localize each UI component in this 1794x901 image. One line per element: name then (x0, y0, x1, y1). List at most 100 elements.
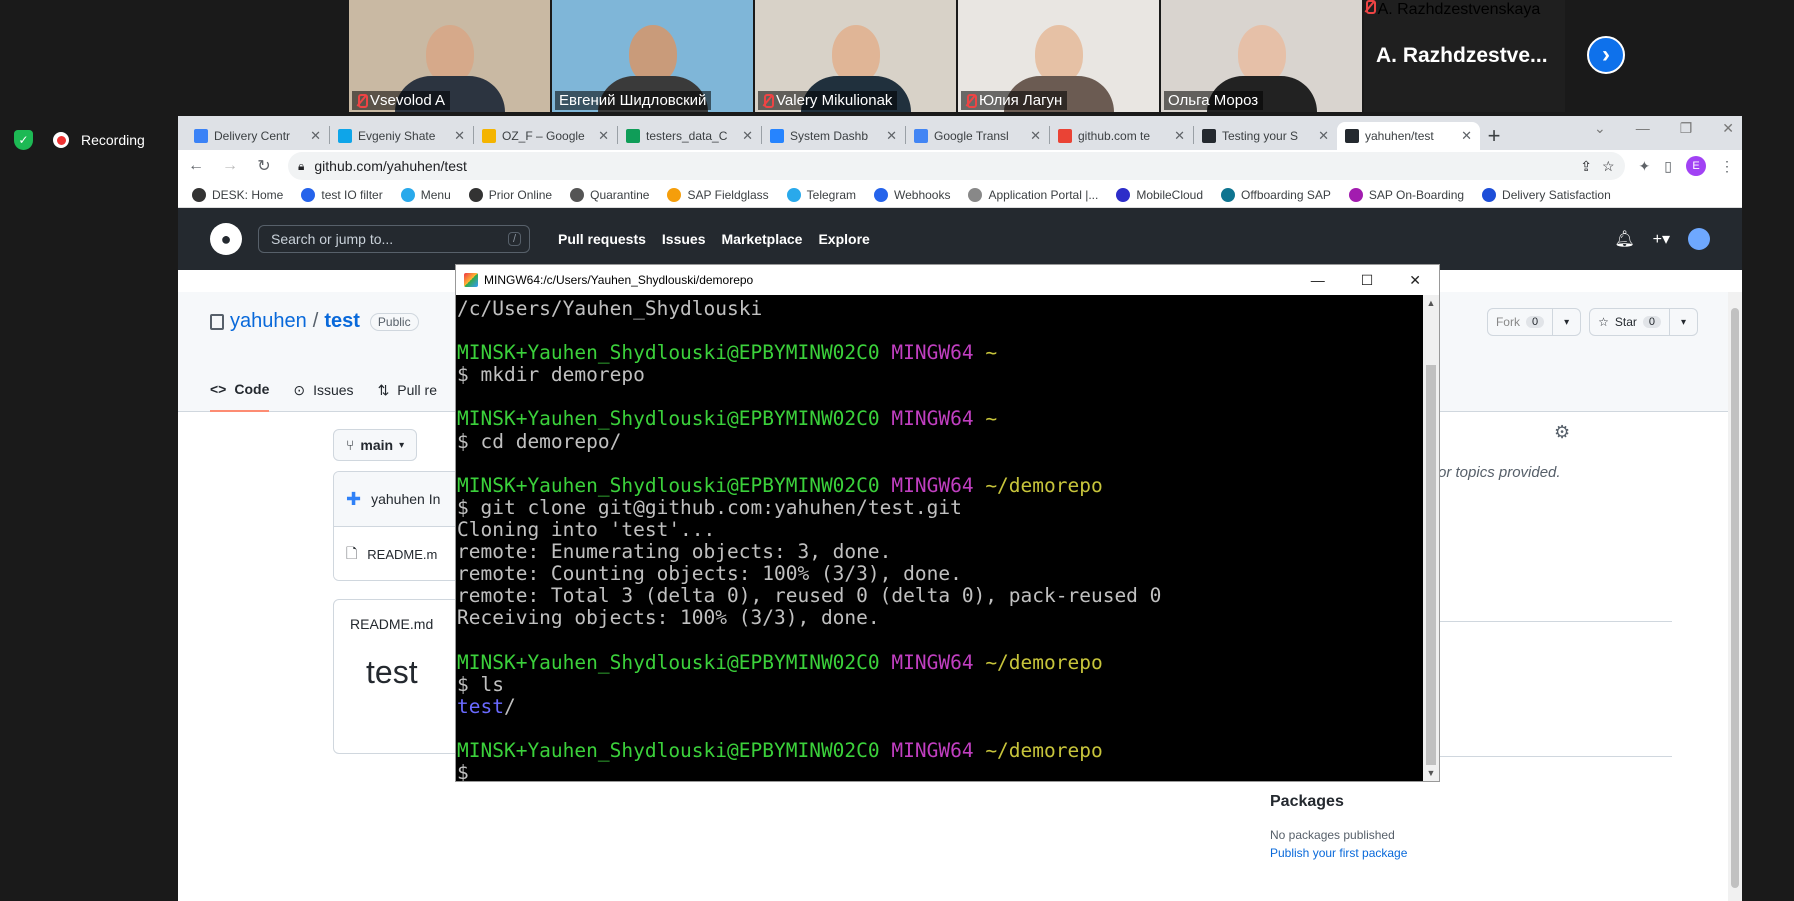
branch-select[interactable]: ⑂ main ▾ (333, 429, 418, 461)
profile-avatar[interactable]: E (1686, 156, 1706, 176)
divider (1438, 621, 1672, 622)
bookmark-item[interactable]: Webhooks (874, 187, 950, 202)
repo-name-link[interactable]: test (324, 310, 360, 333)
user-avatar[interactable] (1688, 228, 1710, 250)
terminal-line: $ (457, 760, 481, 781)
toolbar-right: ✦ ▯ E ⋮ (1639, 156, 1734, 176)
close-tab-icon[interactable]: ✕ (454, 128, 465, 144)
gear-icon[interactable]: ⚙ (1554, 422, 1570, 443)
bookmark-item[interactable]: Quarantine (570, 187, 649, 202)
bookmark-item[interactable]: test IO filter (301, 187, 383, 202)
window-controls: ⌄ — ❐ ✕ (1594, 120, 1734, 137)
bookmark-item[interactable]: DESK: Home (192, 187, 283, 202)
minimize-icon[interactable]: — (1311, 272, 1325, 289)
close-tab-icon[interactable]: ✕ (886, 128, 897, 144)
record-icon[interactable] (53, 132, 69, 148)
scroll-up-icon[interactable]: ▲ (1423, 298, 1439, 308)
tab-issues[interactable]: ⊙ Issues (293, 368, 353, 412)
repo-tabs: <> Code ⊙ Issues ⇅ Pull re (210, 368, 437, 412)
menu-kebab-icon[interactable]: ⋮ (1720, 158, 1734, 175)
bookmark-item[interactable]: Telegram (786, 187, 856, 202)
close-window-icon[interactable]: ✕ (1722, 120, 1734, 137)
bookmark-favicon-icon (667, 187, 682, 202)
minimize-icon[interactable]: — (1636, 120, 1650, 137)
close-tab-icon[interactable]: ✕ (742, 128, 753, 144)
reload-icon[interactable]: ↻ (254, 156, 274, 176)
issue-icon: ⊙ (293, 381, 306, 398)
star-button[interactable]: ☆ Star 0 ▾ (1589, 308, 1698, 336)
close-tab-icon[interactable]: ✕ (1461, 128, 1472, 144)
publish-package-link[interactable]: Publish your first package (1270, 846, 1407, 860)
bookmark-star-icon[interactable]: ☆ (1602, 158, 1615, 175)
participant-tile[interactable]: Valery Mikulionak (755, 0, 956, 112)
bookmark-item[interactable]: Delivery Satisfaction (1482, 187, 1611, 202)
search-shortcut-key: / (507, 232, 521, 246)
close-tab-icon[interactable]: ✕ (1318, 128, 1329, 144)
next-page-button[interactable]: › (1587, 36, 1625, 74)
participant-tile[interactable]: Юлия Лагун (958, 0, 1159, 112)
browser-tab[interactable]: yahuhen/test ✕ (1337, 122, 1480, 150)
bookmark-item[interactable]: MobileCloud (1116, 187, 1203, 202)
share-icon[interactable]: ⇪ (1580, 158, 1592, 175)
nav-explore[interactable]: Explore (818, 231, 869, 247)
bell-icon[interactable]: 🔔︎ (1614, 229, 1634, 249)
new-tab-button[interactable]: + (1480, 122, 1508, 150)
terminal-titlebar[interactable]: MINGW64:/c/Users/Yauhen_Shydlouski/demor… (456, 265, 1439, 295)
participant-tile[interactable]: Евгений Шидловский (552, 0, 753, 112)
browser-tab[interactable]: System Dashb ✕ (762, 122, 905, 150)
close-tab-icon[interactable]: ✕ (1030, 128, 1041, 144)
address-bar: ← → ↻ 🔒︎ github.com/yahuhen/test ⇪ ☆ ✦ ▯… (178, 150, 1742, 182)
participant-tile[interactable]: Vsevolod A (349, 0, 550, 112)
browser-tab[interactable]: Google Transl ✕ (906, 122, 1049, 150)
tab-search-icon[interactable]: ⌄ (1594, 120, 1606, 137)
participant-name-label: Юлия Лагун (961, 91, 1068, 110)
terminal-scrollbar[interactable]: ▲ ▼ (1423, 295, 1439, 781)
side-panel-icon[interactable]: ▯ (1664, 158, 1672, 175)
participant-tile[interactable]: Ольга Мороз (1161, 0, 1362, 112)
close-icon[interactable]: ✕ (1409, 272, 1421, 289)
terminal-window[interactable]: MINGW64:/c/Users/Yauhen_Shydlouski/demor… (455, 264, 1440, 782)
back-icon[interactable]: ← (186, 157, 206, 175)
extensions-icon[interactable]: ✦ (1639, 158, 1651, 175)
browser-tab[interactable]: testers_data_C ✕ (618, 122, 761, 150)
browser-tab[interactable]: Evgeniy Shate ✕ (330, 122, 473, 150)
mic-muted-icon (356, 93, 368, 108)
browser-tab[interactable]: Testing your S ✕ (1194, 122, 1337, 150)
repo-owner-link[interactable]: yahuhen (230, 310, 307, 333)
bookmark-item[interactable]: Prior Online (468, 187, 552, 202)
page-scrollbar[interactable] (1728, 292, 1742, 901)
tab-code[interactable]: <> Code (210, 368, 270, 412)
terminal-output[interactable]: /c/Users/Yauhen_Shydlouski MINSK+Yauhen_S… (456, 295, 1423, 781)
restore-icon[interactable]: ❐ (1680, 120, 1693, 137)
maximize-icon[interactable]: ☐ (1361, 272, 1374, 289)
browser-tab[interactable]: OZ_F – Google ✕ (474, 122, 617, 150)
nav-marketplace[interactable]: Marketplace (722, 231, 803, 247)
browser-tab[interactable]: github.com te ✕ (1050, 122, 1193, 150)
browser-tab[interactable]: Delivery Centr ✕ (186, 122, 329, 150)
github-logo-icon[interactable]: ● (210, 223, 242, 255)
url-input[interactable]: 🔒︎ github.com/yahuhen/test ⇪ ☆ (288, 152, 1625, 180)
fork-button[interactable]: Fork 0 ▾ (1486, 308, 1582, 336)
close-tab-icon[interactable]: ✕ (598, 128, 609, 144)
close-tab-icon[interactable]: ✕ (1174, 128, 1185, 144)
bookmark-favicon-icon (192, 187, 206, 202)
participant-name-label: A. Razhdzestvenskaya (1364, 0, 1565, 19)
github-header-right: 🔔︎ +▾ (1614, 228, 1710, 250)
terminal-line: remote: Total 3 (delta 0), reused 0 (del… (457, 584, 1162, 608)
nav-issues[interactable]: Issues (662, 231, 706, 247)
forward-icon[interactable]: → (220, 157, 240, 175)
fork-dropdown-icon[interactable]: ▾ (1552, 309, 1580, 335)
plus-dropdown-icon[interactable]: +▾ (1653, 229, 1670, 249)
tab-pull-requests[interactable]: ⇅ Pull re (378, 368, 437, 412)
participant-tile-name-only[interactable]: A. Razhdzestve... A. Razhdzestvenskaya (1364, 0, 1565, 112)
scroll-down-icon[interactable]: ▼ (1423, 768, 1439, 778)
bookmark-item[interactable]: SAP On-Boarding (1348, 187, 1464, 202)
close-tab-icon[interactable]: ✕ (310, 128, 321, 144)
bookmark-item[interactable]: Offboarding SAP (1221, 187, 1331, 202)
github-search-input[interactable]: Search or jump to... / (258, 225, 530, 253)
star-dropdown-icon[interactable]: ▾ (1669, 309, 1697, 335)
bookmark-item[interactable]: SAP Fieldglass (667, 187, 769, 202)
nav-pull-requests[interactable]: Pull requests (558, 231, 646, 247)
bookmark-item[interactable]: Application Portal |... (968, 187, 1098, 202)
bookmark-item[interactable]: Menu (400, 187, 451, 202)
